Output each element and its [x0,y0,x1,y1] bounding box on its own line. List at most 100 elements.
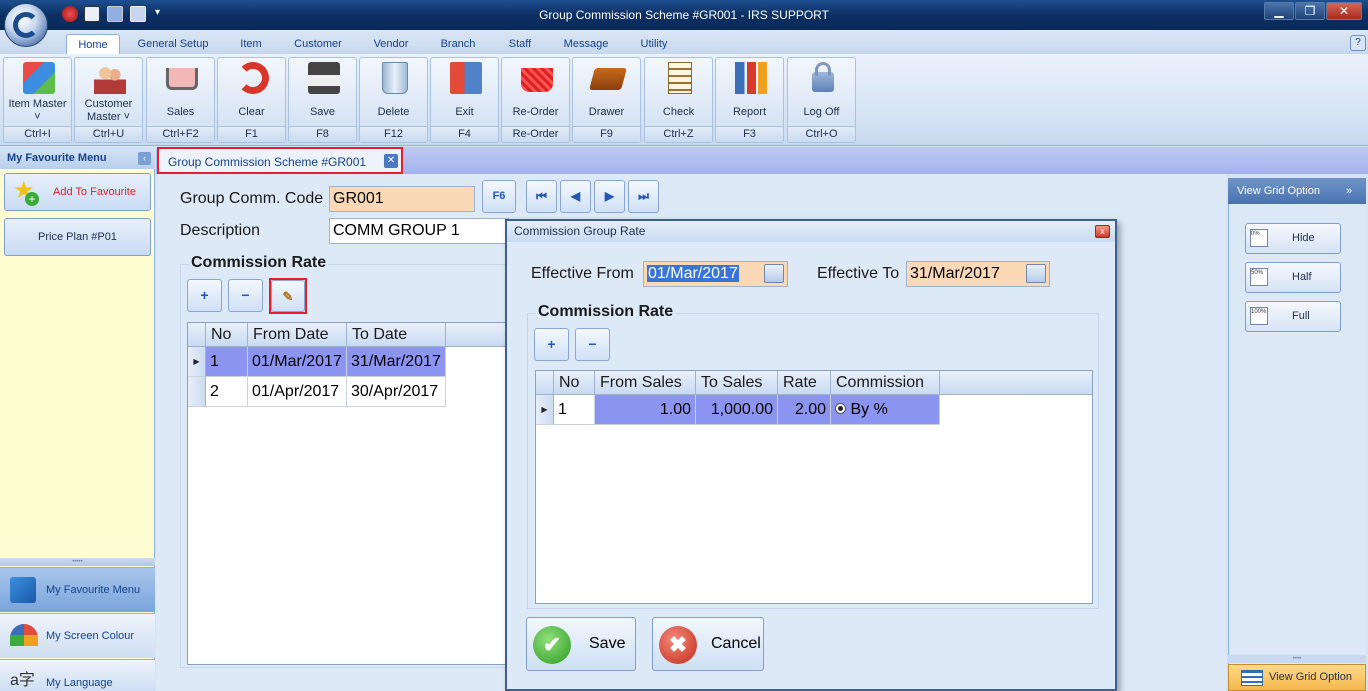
grid-header-from-date[interactable]: From Date [248,323,347,347]
group-comm-code-field[interactable]: GR001 [329,186,475,212]
tab-utility[interactable]: Utility [632,34,676,54]
favourite-panel-header: My Favourite Menu [0,147,155,169]
add-to-favourite-button[interactable]: ★ + Add To Favourite [4,173,151,211]
table-row-cell[interactable]: 30/Apr/2017 [347,377,446,407]
close-window-button[interactable]: ✕ [1326,2,1362,20]
grid-option-half-button[interactable]: 50% Half [1245,262,1341,293]
calendar-from-icon[interactable] [764,264,784,283]
table-row-cell[interactable]: 1,000.00 [696,395,778,425]
settings-quick-icon[interactable] [107,6,123,22]
tab-customer[interactable]: Customer [288,34,348,54]
grid-header-rate[interactable]: Rate [778,371,831,395]
lookup-f6-button[interactable]: F6 [482,180,516,213]
table-row-cell[interactable]: 31/Mar/2017 [347,347,446,377]
next-record-button[interactable]: ▶ [594,180,625,213]
dialog-add-row-button[interactable]: + [534,328,569,361]
table-row-cell[interactable]: 01/Mar/2017 [248,347,347,377]
undo-quick-icon[interactable] [62,6,78,22]
last-record-button[interactable]: ⏭ [628,180,659,213]
grid-hide-icon: 0% [1250,229,1268,247]
edit-pencil-icon: ✎ [282,289,294,304]
edit-row-button[interactable]: ✎ [271,280,305,312]
drawer-icon [589,68,627,90]
cancel-x-icon: ✖ [659,626,697,664]
table-row-cell[interactable]: 1 [554,395,595,425]
customize-toolbar-icon[interactable]: ▾ [155,7,160,18]
dialog-save-button[interactable]: ✔ Save [526,617,636,671]
collapse-panel-icon[interactable]: ‹ [138,152,151,165]
dialog-commission-rate-title: Commission Rate [536,303,676,321]
exit-button[interactable]: Exit F4 [430,57,499,143]
grid-header-from-sales[interactable]: From Sales [595,371,696,395]
grid-full-icon: 100% [1250,307,1268,325]
description-field[interactable]: COMM GROUP 1 [329,218,509,244]
log-off-button[interactable]: Log Off Ctrl+O [787,57,856,143]
table-row-cell[interactable]: 1.00 [595,395,696,425]
collapse-right-panel-icon[interactable]: » [1346,178,1352,204]
grid-header-to-sales[interactable]: To Sales [696,371,778,395]
table-row-cell[interactable]: 2.00 [778,395,831,425]
commission-rate-title: Commission Rate [189,254,329,272]
tab-staff[interactable]: Staff [500,34,540,54]
item-master-icon [23,62,55,94]
clear-button[interactable]: Clear F1 [217,57,286,143]
drawer-button[interactable]: Drawer F9 [572,57,641,143]
exit-door-icon [450,62,482,94]
check-button[interactable]: Check Ctrl+Z [644,57,713,143]
dialog-remove-row-button[interactable]: − [575,328,610,361]
tab-home[interactable]: Home [66,34,120,54]
grid-option-hide-button[interactable]: 0% Hide [1245,223,1341,254]
tab-vendor[interactable]: Vendor [366,34,416,54]
report-button[interactable]: Report F3 [715,57,784,143]
grid-header-no[interactable]: No [554,371,595,395]
reorder-button[interactable]: Re-Order Re-Order [501,57,570,143]
panel-splitter[interactable]: ••••• [0,558,155,566]
view-grid-option-footer-button[interactable]: View Grid Option [1228,664,1366,691]
grid-header-filler [940,371,1092,395]
tab-item[interactable]: Item [232,34,270,54]
item-master-button[interactable]: Item Master ˅ Ctrl+I [3,57,72,143]
save-quick-icon[interactable] [84,6,100,22]
save-button[interactable]: Save F8 [288,57,357,143]
tab-branch[interactable]: Branch [434,34,482,54]
nav-my-screen-colour[interactable]: My Screen Colour [0,613,155,658]
favourite-item-price-plan[interactable]: Price Plan #P01 [4,218,151,256]
grid-header-to-date[interactable]: To Date [347,323,446,347]
app-menu-button[interactable] [4,3,48,47]
previous-record-button[interactable]: ◀ [560,180,591,213]
minimize-button[interactable]: ▁ [1264,2,1294,20]
commission-type-cell[interactable]: By % [831,395,940,425]
maximize-button[interactable]: ❐ [1295,2,1325,20]
row-indicator-icon[interactable]: ▶ [188,347,206,377]
nav-my-favourite-menu[interactable]: My Favourite Menu [0,567,155,612]
delete-button[interactable]: Delete F12 [359,57,428,143]
row-header[interactable] [188,377,206,407]
sales-button[interactable]: Sales Ctrl+F2 [146,57,215,143]
grid-header-no[interactable]: No [206,323,248,347]
right-panel-splitter[interactable]: •••• [1228,655,1366,663]
radio-selected-icon[interactable] [835,403,846,415]
tab-group-commission-scheme[interactable]: Group Commission Scheme #GR001 ✕ [157,147,403,174]
customer-master-button[interactable]: Customer Master ˅ Ctrl+U [74,57,143,143]
exit-quick-icon[interactable] [130,6,146,22]
dialog-cancel-button[interactable]: ✖ Cancel [652,617,764,671]
tab-message[interactable]: Message [558,34,614,54]
dialog-close-button[interactable]: x [1095,225,1110,238]
help-button[interactable]: ? [1350,35,1366,51]
grid-view-icon [1241,670,1263,686]
row-indicator-icon[interactable]: ▶ [536,395,554,425]
remove-row-button[interactable]: − [228,279,263,312]
close-tab-icon[interactable]: ✕ [384,154,398,168]
tab-general-setup[interactable]: General Setup [134,34,212,54]
table-row-cell[interactable]: 01/Apr/2017 [248,377,347,407]
nav-my-language[interactable]: a字 My Language [0,659,155,691]
table-row-cell[interactable]: 1 [206,347,248,377]
first-record-button[interactable]: ⏮ [526,180,557,213]
grid-header-commission[interactable]: Commission [831,371,940,395]
calendar-to-icon[interactable] [1026,264,1046,283]
grid-option-full-button[interactable]: 100% Full [1245,301,1341,332]
table-row-cell[interactable]: 2 [206,377,248,407]
sales-rate-grid: No From Sales To Sales Rate Commission ▶… [535,370,1093,604]
clear-icon [237,62,269,94]
add-row-button[interactable]: + [187,279,222,312]
